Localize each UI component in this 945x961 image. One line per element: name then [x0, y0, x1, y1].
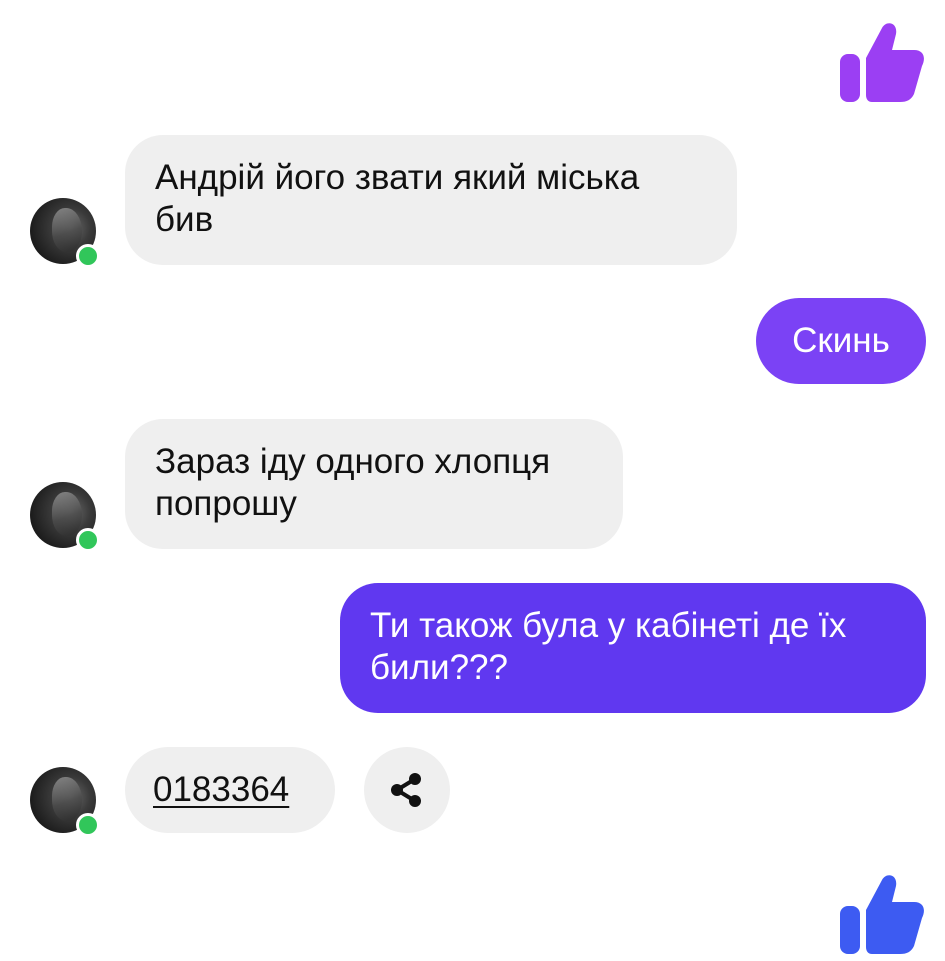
avatar-photo: [52, 777, 82, 821]
like-message-bottom[interactable]: [838, 866, 926, 954]
phone-number-link[interactable]: 0183364: [153, 770, 289, 809]
message-text: Ти також була у кабінеті де їх били???: [370, 606, 847, 687]
incoming-message-bubble[interactable]: Зараз іду одного хлопця попрошу: [125, 419, 623, 549]
like-message-top[interactable]: [838, 14, 926, 104]
incoming-message-bubble[interactable]: Андрій його звати який міська бив: [125, 135, 737, 265]
share-icon: [391, 773, 421, 807]
outgoing-message-bubble[interactable]: Ти також була у кабінеті де їх били???: [340, 583, 926, 713]
online-status-indicator: [76, 813, 100, 837]
incoming-phone-link-bubble[interactable]: 0183364: [125, 747, 335, 833]
online-status-indicator: [76, 528, 100, 552]
thumbs-up-icon: [840, 875, 924, 954]
avatar-photo: [52, 208, 82, 252]
contact-avatar[interactable]: [30, 482, 100, 552]
outgoing-message-bubble[interactable]: Скинь: [756, 298, 926, 384]
thumbs-up-icon: [840, 23, 924, 103]
online-status-indicator: [76, 244, 100, 268]
message-text: Андрій його звати який міська бив: [155, 158, 640, 239]
contact-avatar[interactable]: [30, 767, 100, 837]
message-text: Скинь: [792, 321, 890, 360]
share-button[interactable]: [364, 747, 450, 833]
message-text: Зараз іду одного хлопця попрошу: [155, 442, 551, 523]
contact-avatar[interactable]: [30, 198, 100, 268]
avatar-photo: [52, 492, 82, 536]
